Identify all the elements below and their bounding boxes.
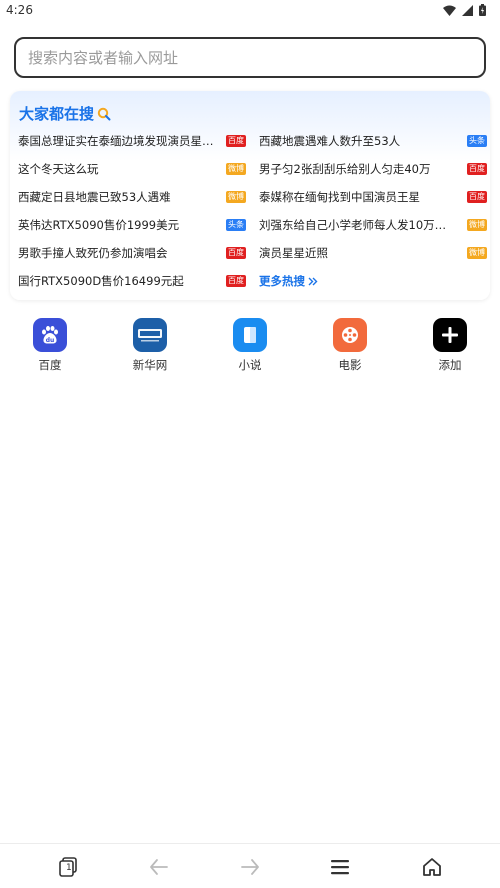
hot-search-item[interactable]: 国行RTX5090D售价16499元起 百度 xyxy=(18,267,246,295)
status-icons xyxy=(443,4,486,16)
shortcut-label: 小说 xyxy=(238,358,262,372)
add-icon xyxy=(433,318,467,352)
shortcut-novel[interactable]: 小说 xyxy=(220,318,280,373)
forward-button[interactable] xyxy=(238,855,262,879)
arrow-right-icon xyxy=(241,859,259,875)
signal-icon xyxy=(462,4,473,16)
hot-search-item[interactable]: 演员星星近照 微博 xyxy=(259,239,487,267)
film-reel-icon xyxy=(333,318,367,352)
shortcut-grid: du 百度 新华网 小说 电影 添加 xyxy=(0,318,500,378)
arrow-left-icon xyxy=(150,859,168,875)
wifi-icon xyxy=(443,5,456,16)
hot-search-text: 英伟达RTX5090售价1999美元 xyxy=(18,218,180,232)
battery-icon xyxy=(479,4,486,16)
shortcut-label: 新华网 xyxy=(132,358,168,372)
svg-text:du: du xyxy=(46,337,55,344)
hot-search-right-column: 西藏地震遇难人数升至53人 头条 男子匀2张刮刮乐给别人匀走40万 百度 泰媒称… xyxy=(259,127,487,295)
hot-search-text: 刘强东给自己小学老师每人发10万现… xyxy=(259,218,455,232)
source-badge: 微博 xyxy=(226,191,246,203)
hot-search-item[interactable]: 刘强东给自己小学老师每人发10万现… 微博 xyxy=(259,211,487,239)
shortcut-label: 添加 xyxy=(438,358,462,372)
shortcut-baidu[interactable]: du 百度 xyxy=(20,318,80,373)
search-input[interactable] xyxy=(28,48,468,68)
hot-search-item[interactable]: 男子匀2张刮刮乐给别人匀走40万 百度 xyxy=(259,155,487,183)
hot-search-text: 西藏地震遇难人数升至53人 xyxy=(259,134,401,148)
source-badge: 微博 xyxy=(467,247,487,259)
hot-search-text: 男歌手撞人致死仍参加演唱会 xyxy=(18,246,168,260)
hot-search-card: 大家都在搜 泰国总理证实在泰缅边境发现演员星… 百度 这个冬天这么玩 微博 西藏… xyxy=(10,91,490,300)
search-box[interactable] xyxy=(14,37,486,78)
shortcut-label: 电影 xyxy=(338,358,362,372)
double-chevron-right-icon xyxy=(308,277,318,285)
back-button[interactable] xyxy=(147,855,171,879)
source-badge: 百度 xyxy=(467,163,487,175)
xinhua-icon xyxy=(133,318,167,352)
more-hot-search-link[interactable]: 更多热搜 xyxy=(259,267,487,295)
home-icon xyxy=(423,858,441,876)
hot-search-title-text: 大家都在搜 xyxy=(19,105,95,123)
status-time: 4:26 xyxy=(6,3,33,17)
shortcut-movie[interactable]: 电影 xyxy=(320,318,380,373)
home-button[interactable] xyxy=(420,855,444,879)
search-icon xyxy=(97,107,111,120)
bottom-nav: 1 xyxy=(0,843,500,888)
tabs-button[interactable]: 1 xyxy=(56,855,80,879)
hot-search-item[interactable]: 西藏定日县地震已致53人遇难 微博 xyxy=(18,183,246,211)
source-badge: 百度 xyxy=(226,135,246,147)
hot-search-item[interactable]: 西藏地震遇难人数升至53人 头条 xyxy=(259,127,487,155)
shortcut-xinhua[interactable]: 新华网 xyxy=(120,318,180,373)
menu-button[interactable] xyxy=(328,855,352,879)
shortcut-add[interactable]: 添加 xyxy=(420,318,480,373)
novel-book-icon xyxy=(233,318,267,352)
hot-search-text: 这个冬天这么玩 xyxy=(18,162,99,176)
hot-search-item[interactable]: 这个冬天这么玩 微博 xyxy=(18,155,246,183)
hot-search-title: 大家都在搜 xyxy=(19,103,111,124)
baidu-icon: du xyxy=(33,318,67,352)
hot-search-text: 泰媒称在缅甸找到中国演员王星 xyxy=(259,190,420,204)
hot-search-text: 国行RTX5090D售价16499元起 xyxy=(18,274,184,288)
hot-search-text: 西藏定日县地震已致53人遇难 xyxy=(18,190,171,204)
hot-search-text: 男子匀2张刮刮乐给别人匀走40万 xyxy=(259,162,431,176)
hot-search-item[interactable]: 泰媒称在缅甸找到中国演员王星 百度 xyxy=(259,183,487,211)
tab-count: 1 xyxy=(66,863,72,873)
hot-search-left-column: 泰国总理证实在泰缅边境发现演员星… 百度 这个冬天这么玩 微博 西藏定日县地震已… xyxy=(18,127,246,295)
hot-search-item[interactable]: 男歌手撞人致死仍参加演唱会 百度 xyxy=(18,239,246,267)
source-badge: 百度 xyxy=(226,247,246,259)
source-badge: 百度 xyxy=(467,191,487,203)
source-badge: 微博 xyxy=(467,219,487,231)
source-badge: 头条 xyxy=(467,135,487,147)
hot-search-text: 演员星星近照 xyxy=(259,246,328,260)
menu-icon xyxy=(331,860,349,875)
source-badge: 百度 xyxy=(226,275,246,287)
hot-search-item[interactable]: 泰国总理证实在泰缅边境发现演员星… 百度 xyxy=(18,127,246,155)
hot-search-text: 泰国总理证实在泰缅边境发现演员星… xyxy=(18,134,214,148)
source-badge: 头条 xyxy=(226,219,246,231)
shortcut-label: 百度 xyxy=(38,358,62,372)
more-hot-search-text: 更多热搜 xyxy=(259,274,305,288)
source-badge: 微博 xyxy=(226,163,246,175)
status-bar: 4:26 xyxy=(0,0,500,22)
hot-search-item[interactable]: 英伟达RTX5090售价1999美元 头条 xyxy=(18,211,246,239)
